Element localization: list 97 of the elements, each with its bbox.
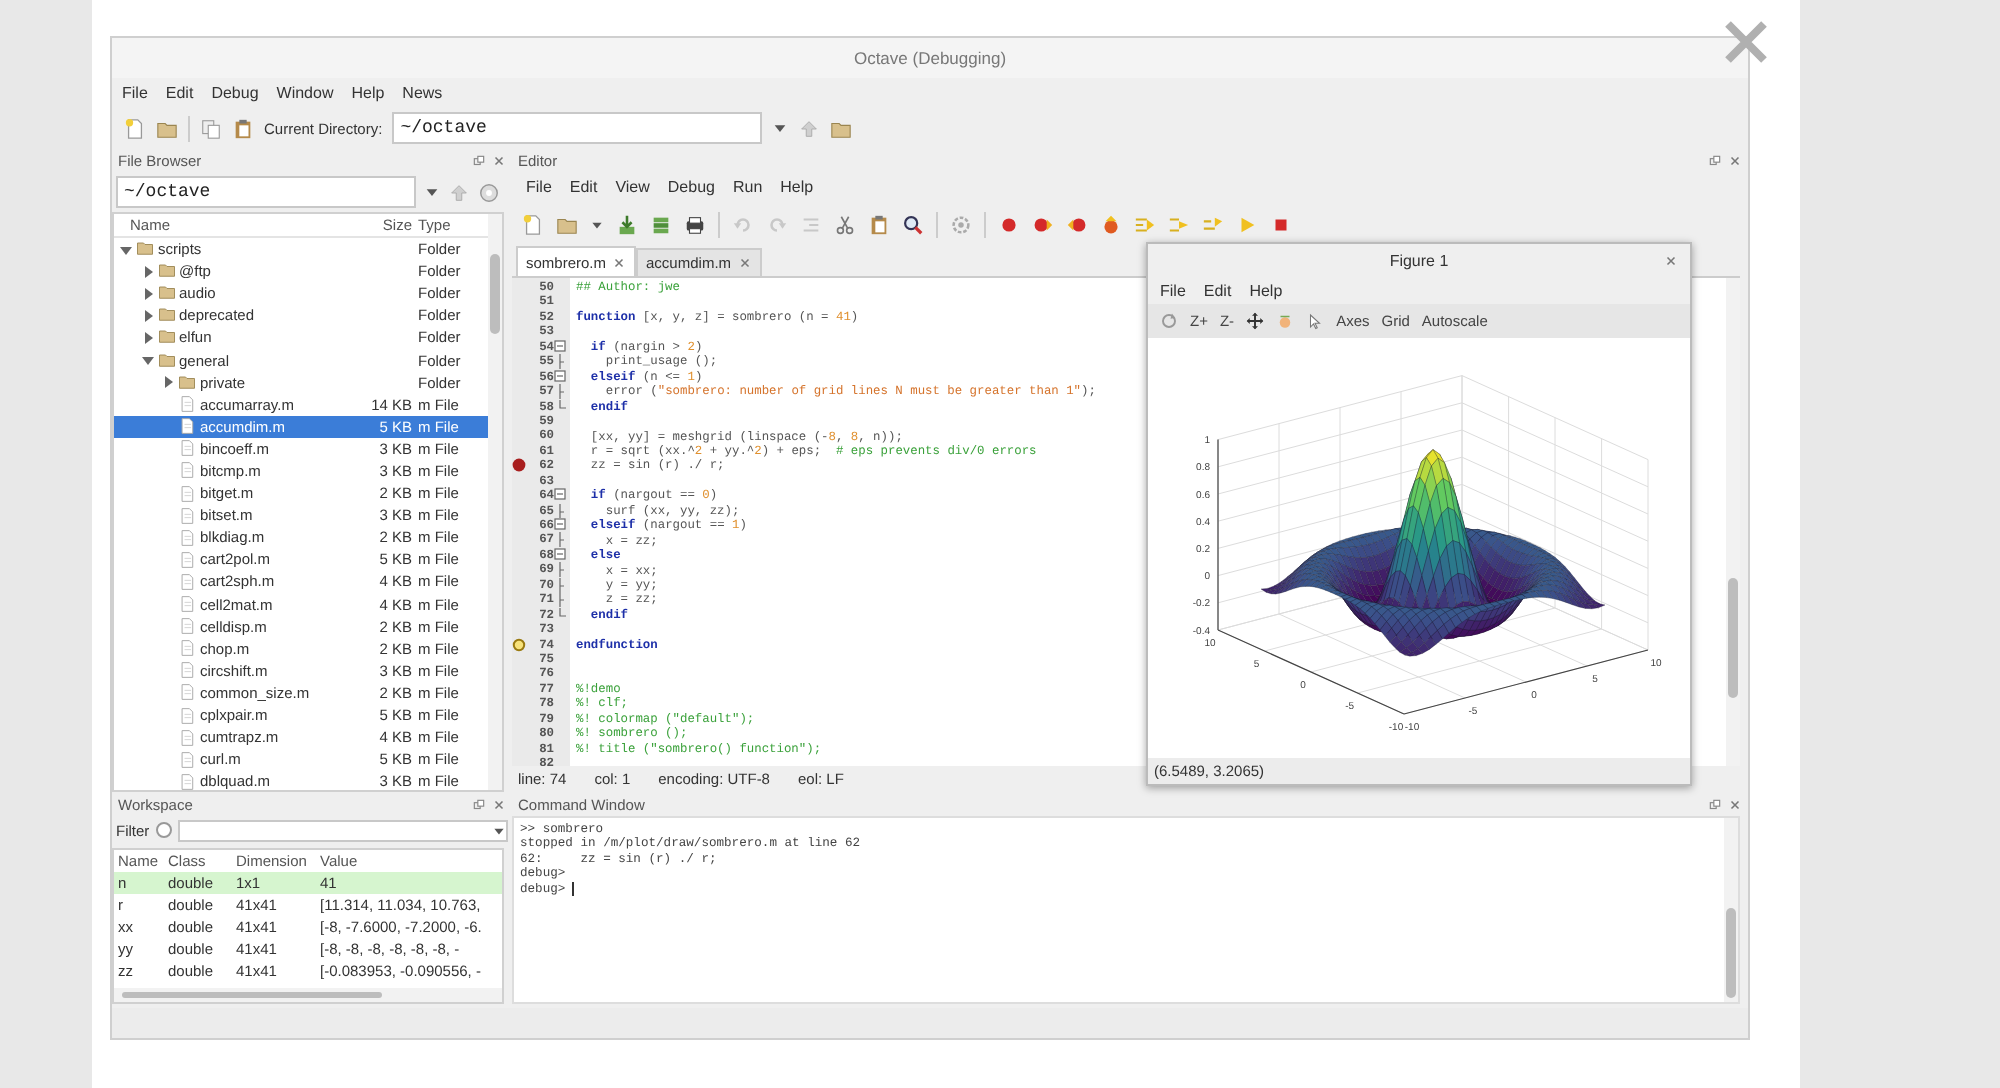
menu-item[interactable]: File (526, 178, 552, 196)
undock-icon[interactable] (472, 797, 486, 811)
rotate-icon[interactable] (1160, 312, 1178, 330)
file-icon (178, 527, 196, 548)
text-cursor (571, 881, 574, 896)
close-icon[interactable] (1724, 20, 1768, 64)
save-icon[interactable] (616, 213, 638, 235)
caret-icon[interactable] (424, 184, 440, 200)
fold-marker-icon[interactable] (554, 518, 566, 532)
expander-icon[interactable] (141, 331, 153, 344)
file-icon (178, 660, 196, 681)
file-icon (178, 638, 196, 659)
path-field[interactable]: ~/octave (116, 176, 416, 208)
fold-marker-icon[interactable] (554, 339, 566, 354)
scissors-icon[interactable] (834, 213, 856, 235)
remove-breakpoints-icon[interactable] (1100, 213, 1122, 235)
file-icon (178, 727, 196, 748)
caret-icon[interactable] (772, 120, 789, 136)
undock-icon[interactable] (1708, 797, 1722, 811)
scrollbar[interactable] (114, 988, 502, 1002)
new-file-icon[interactable] (124, 117, 146, 139)
menu-item[interactable]: Edit (1203, 282, 1232, 300)
settings-icon[interactable] (478, 181, 500, 203)
expander-icon[interactable] (141, 265, 153, 278)
file-icon (178, 460, 196, 481)
paste-icon[interactable] (868, 213, 890, 235)
menu-item[interactable]: Help (1249, 282, 1283, 300)
menu-item[interactable]: Window (276, 84, 334, 102)
folder-icon[interactable] (830, 117, 853, 139)
filter-field[interactable] (177, 819, 508, 841)
menu-item[interactable]: Help (351, 84, 385, 102)
gear-icon[interactable] (950, 213, 972, 235)
fold-marker-icon[interactable] (554, 547, 566, 562)
file-icon (178, 483, 196, 504)
menu-item[interactable]: News (402, 84, 443, 102)
directory-field[interactable]: ~/octave (392, 112, 763, 144)
printer-icon[interactable] (684, 213, 706, 235)
file-icon (178, 749, 196, 770)
filter-checkbox[interactable] (155, 822, 172, 838)
expander-icon[interactable] (141, 309, 153, 322)
menu-item[interactable]: Edit (569, 178, 598, 196)
folder-icon[interactable] (156, 117, 178, 139)
folder-icon[interactable] (556, 213, 578, 235)
expander-icon[interactable] (120, 243, 132, 256)
expander-icon[interactable] (141, 354, 153, 367)
scrollbar[interactable] (488, 214, 502, 790)
file-icon (178, 682, 196, 703)
menu-item[interactable]: Debug (211, 84, 259, 102)
menu-item[interactable]: Help (780, 178, 814, 196)
fold-marker-icon[interactable] (554, 488, 566, 503)
file-icon (178, 505, 196, 526)
file-icon (178, 549, 196, 570)
pan-icon[interactable] (1246, 312, 1265, 330)
close-icon[interactable] (492, 153, 506, 167)
close-icon[interactable] (1728, 797, 1742, 811)
file-icon (178, 571, 196, 592)
step-in-icon[interactable] (1168, 213, 1190, 235)
save-all-icon[interactable] (650, 213, 672, 235)
breakpoint-icon[interactable] (512, 458, 526, 473)
file-icon (178, 616, 196, 637)
file-icon (178, 705, 196, 726)
expander-icon[interactable] (162, 376, 174, 389)
menu-item[interactable]: File (1160, 282, 1186, 300)
paste-icon[interactable] (232, 117, 254, 139)
undock-icon[interactable] (472, 153, 486, 167)
file-icon (178, 416, 196, 437)
caret-icon[interactable] (590, 217, 604, 231)
new-file-icon[interactable] (522, 213, 544, 235)
close-icon[interactable] (737, 256, 752, 270)
window-title: Octave (Debugging) (853, 48, 1007, 68)
close-icon[interactable] (612, 255, 627, 269)
undock-icon[interactable] (1708, 153, 1722, 167)
copy-icon[interactable] (200, 117, 222, 139)
breakpoint-icon[interactable] (998, 213, 1020, 235)
file-icon (178, 438, 196, 459)
caret-icon[interactable] (492, 823, 506, 837)
menu-item[interactable]: Debug (667, 178, 715, 196)
select-icon[interactable] (1306, 312, 1325, 330)
file-icon (178, 594, 196, 615)
file-icon (178, 394, 196, 415)
expander-icon[interactable] (141, 287, 153, 300)
close-icon[interactable] (1664, 254, 1678, 268)
fold-marker-icon[interactable] (554, 369, 566, 384)
insert-text-icon[interactable] (1276, 312, 1295, 330)
menu-item[interactable]: View (615, 178, 650, 196)
find-icon[interactable] (902, 213, 924, 235)
window-title: Figure 1 (1387, 252, 1451, 270)
menu-item[interactable]: Edit (165, 84, 194, 102)
close-icon[interactable] (492, 797, 506, 811)
next-breakpoint-icon[interactable] (1032, 213, 1054, 235)
scrollbar[interactable] (1724, 818, 1738, 1002)
menu-item[interactable]: File (122, 84, 148, 102)
step-out-icon[interactable] (1202, 213, 1224, 235)
step-icon[interactable] (1134, 213, 1156, 235)
menu-item[interactable]: Run (732, 178, 763, 196)
previous-breakpoint-icon[interactable] (1066, 213, 1088, 235)
close-icon[interactable] (1728, 153, 1742, 167)
